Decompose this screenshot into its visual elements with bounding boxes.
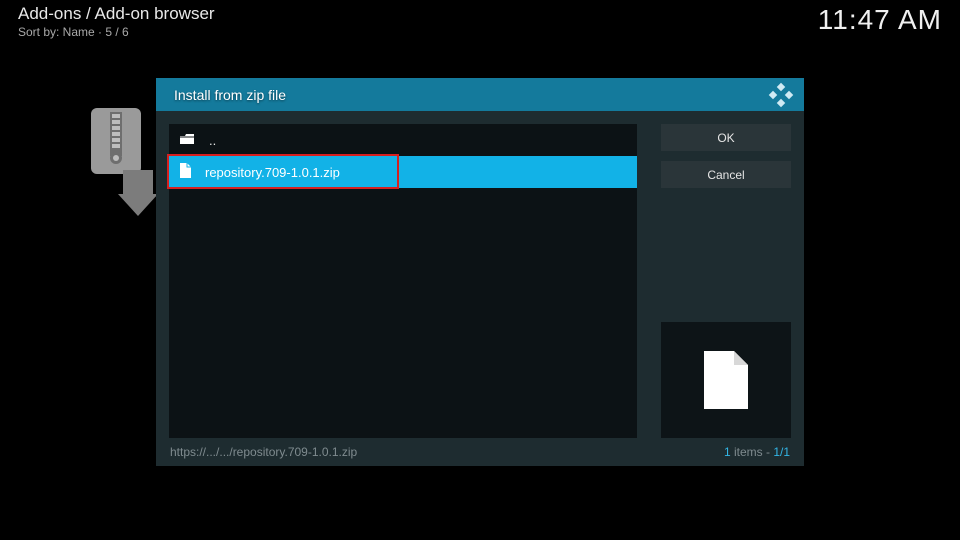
file-icon xyxy=(179,163,191,181)
install-zip-dialog: Install from zip file .. xyxy=(156,78,804,466)
file-preview-thumbnail xyxy=(661,322,791,438)
sort-indicator: Sort by: Name · 5 / 6 xyxy=(18,25,215,39)
dialog-body: .. repository.709-1.0.1.zip OK Cancel xyxy=(156,111,804,438)
count-word: items - xyxy=(731,445,774,459)
footer-path: https://.../.../repository.709-1.0.1.zip xyxy=(170,445,357,459)
top-header: Add-ons / Add-on browser Sort by: Name ·… xyxy=(18,4,942,39)
dialog-footer: https://.../.../repository.709-1.0.1.zip… xyxy=(156,438,804,466)
list-item-label: repository.709-1.0.1.zip xyxy=(205,165,340,180)
list-item-label: .. xyxy=(209,133,216,148)
dialog-title: Install from zip file xyxy=(174,87,286,103)
footer-item-count: 1 items - 1/1 xyxy=(724,445,790,459)
folder-up-icon xyxy=(179,133,195,148)
list-item-parent[interactable]: .. xyxy=(169,124,637,156)
cancel-button[interactable]: Cancel xyxy=(661,161,791,188)
zip-download-icon xyxy=(88,108,158,216)
header-left: Add-ons / Add-on browser Sort by: Name ·… xyxy=(18,4,215,39)
ok-button[interactable]: OK xyxy=(661,124,791,151)
list-item-zip[interactable]: repository.709-1.0.1.zip xyxy=(169,156,637,188)
dialog-side-panel: OK Cancel xyxy=(661,124,791,438)
file-list[interactable]: .. repository.709-1.0.1.zip xyxy=(169,124,637,438)
breadcrumb: Add-ons / Add-on browser xyxy=(18,4,215,24)
count-page: 1/1 xyxy=(773,445,790,459)
clock-label: 11:47 AM xyxy=(818,4,942,36)
kodi-logo-icon xyxy=(768,82,794,108)
dialog-titlebar: Install from zip file xyxy=(156,78,804,111)
count-number: 1 xyxy=(724,445,731,459)
